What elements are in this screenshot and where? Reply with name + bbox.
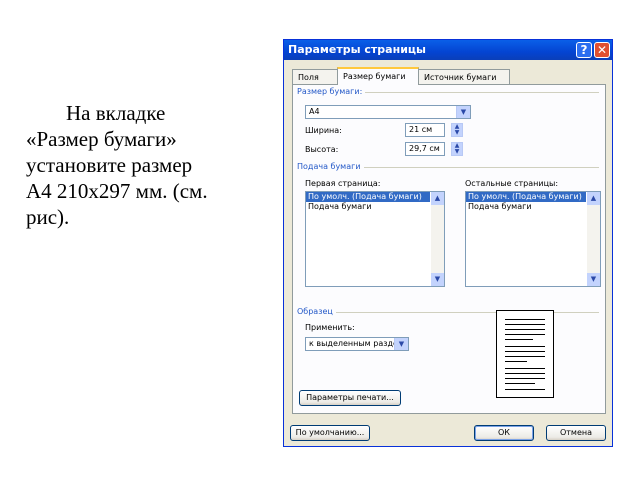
first-page-label: Первая страница:: [305, 179, 381, 188]
scroll-up-icon[interactable]: ▲: [431, 192, 444, 205]
scroll-down-icon[interactable]: ▼: [431, 273, 444, 286]
caption-line: установите размер: [26, 153, 193, 177]
other-pages-label: Остальные страницы:: [465, 179, 559, 188]
tab-paper-size[interactable]: Размер бумаги: [337, 67, 419, 85]
height-stepper[interactable]: ▲ ▼: [451, 142, 463, 156]
tab-margins[interactable]: Поля: [292, 69, 338, 84]
list-item[interactable]: Подача бумаги: [466, 202, 600, 212]
default-button[interactable]: По умолчанию...: [290, 425, 370, 441]
scroll-up-icon[interactable]: ▲: [587, 192, 600, 205]
caption-line: На вкладке: [66, 101, 166, 125]
scrollbar[interactable]: ▲ ▼: [587, 192, 600, 286]
sample-group-label: Образец: [297, 307, 336, 316]
list-item[interactable]: По умолч. (Подача бумаги): [306, 192, 430, 202]
instruction-caption: На вкладке «Размер бумаги» установите ра…: [26, 100, 266, 230]
paper-feed-group-label: Подача бумаги: [297, 162, 364, 171]
page-preview: [496, 310, 554, 398]
first-page-list[interactable]: По умолч. (Подача бумаги) Подача бумаги …: [305, 191, 445, 287]
tab-panel: Размер бумаги: A4 ▼ Ширина: 21 см ▲ ▼ Выс…: [292, 84, 606, 414]
caption-line: А4 210х297 мм. (см.: [26, 179, 208, 203]
tab-paper-source[interactable]: Источник бумаги: [418, 69, 510, 84]
dialog-titlebar[interactable]: Параметры страницы ? ✕: [284, 40, 612, 60]
height-label: Высота:: [305, 145, 339, 154]
paper-size-group-label: Размер бумаги:: [297, 87, 366, 96]
ok-button[interactable]: ОК: [474, 425, 534, 441]
close-icon[interactable]: ✕: [594, 42, 610, 58]
chevron-down-icon: ▼: [456, 106, 470, 118]
list-item[interactable]: По умолч. (Подача бумаги): [466, 192, 586, 202]
cancel-button[interactable]: Отмена: [546, 425, 606, 441]
height-input[interactable]: 29,7 см: [405, 142, 445, 156]
paper-size-select[interactable]: A4 ▼: [305, 105, 471, 119]
width-stepper[interactable]: ▲ ▼: [451, 123, 463, 137]
chevron-down-icon: ▼: [394, 338, 408, 350]
apply-to-value: к выделенным раздел: [309, 339, 404, 348]
scrollbar[interactable]: ▲ ▼: [431, 192, 444, 286]
scroll-down-icon[interactable]: ▼: [587, 273, 600, 286]
apply-label: Применить:: [305, 323, 355, 332]
help-icon[interactable]: ?: [576, 42, 592, 58]
caption-line: рис).: [26, 205, 70, 229]
list-item[interactable]: Подача бумаги: [306, 202, 444, 212]
apply-to-select[interactable]: к выделенным раздел ▼: [305, 337, 409, 351]
caption-line: «Размер бумаги»: [26, 127, 177, 151]
print-options-button[interactable]: Параметры печати...: [299, 390, 401, 406]
page-setup-dialog: Параметры страницы ? ✕ Поля Размер бумаг…: [283, 39, 613, 447]
width-label: Ширина:: [305, 126, 342, 135]
other-pages-list[interactable]: По умолч. (Подача бумаги) Подача бумаги …: [465, 191, 601, 287]
paper-size-value: A4: [309, 107, 320, 116]
width-input[interactable]: 21 см: [405, 123, 445, 137]
dialog-title: Параметры страницы: [288, 43, 427, 56]
